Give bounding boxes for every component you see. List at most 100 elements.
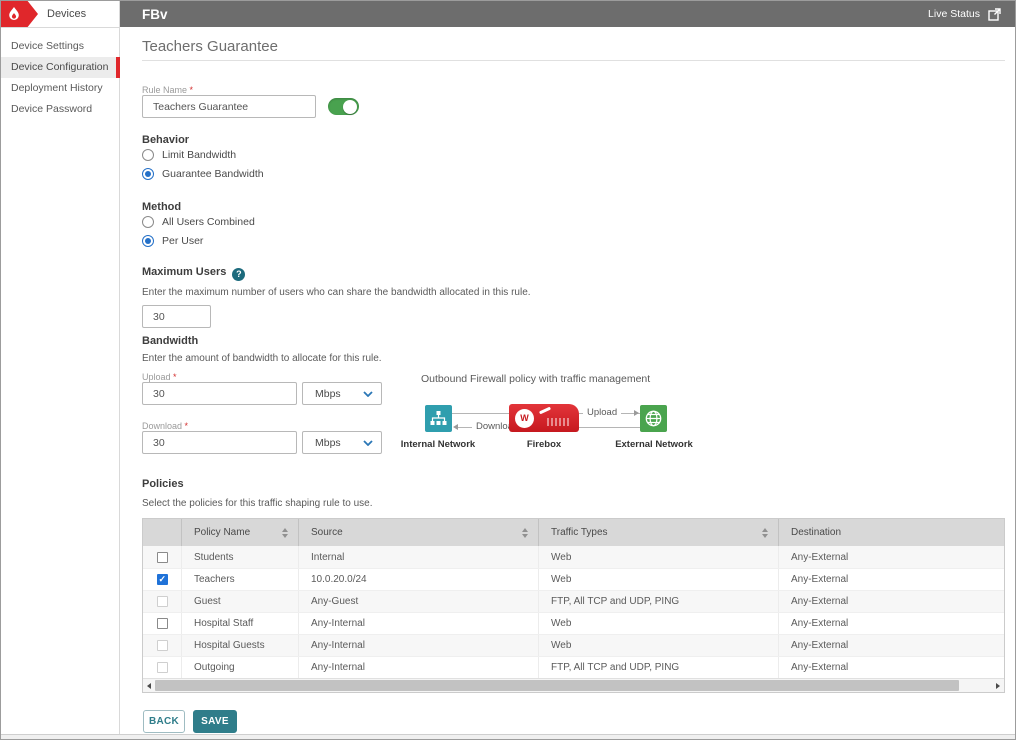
cell-policy-name: Guest	[182, 591, 299, 612]
method-heading: Method	[142, 201, 181, 213]
header-checkbox-column	[143, 519, 182, 546]
globe-icon	[645, 410, 662, 427]
table-row: Teachers 10.0.20.0/24 Web Any-External	[143, 568, 1004, 590]
cell-destination: Any-External	[779, 569, 1004, 590]
window-bottom-edge	[1, 734, 1015, 739]
cell-source: Any-Internal	[299, 613, 539, 634]
app-window: Devices Device Settings Device Configura…	[0, 0, 1016, 740]
radio-guarantee-bandwidth[interactable]: Guarantee Bandwidth	[142, 168, 264, 180]
sidebar-item-device-settings[interactable]: Device Settings	[1, 36, 119, 57]
column-label: Traffic Types	[551, 527, 608, 538]
external-link-icon	[988, 8, 1001, 21]
device-title: FBv	[142, 7, 168, 22]
rule-name-input[interactable]: Teachers Guarantee	[142, 95, 316, 118]
policies-table: Policy Name Source Traffic Types Destina…	[142, 518, 1005, 693]
sort-icon[interactable]	[522, 528, 528, 538]
chevron-down-icon	[363, 391, 373, 397]
header-policy-name[interactable]: Policy Name	[182, 519, 299, 546]
sidebar-item-device-configuration[interactable]: Device Configuration	[1, 57, 119, 78]
sidebar-item-label: Device Configuration	[11, 61, 108, 73]
table-header-row: Policy Name Source Traffic Types Destina…	[143, 519, 1004, 546]
header-source[interactable]: Source	[299, 519, 539, 546]
upload-unit-select[interactable]: Mbps	[302, 382, 382, 405]
scrollbar-track[interactable]	[155, 679, 992, 693]
radio-icon	[142, 216, 154, 228]
cell-source: Internal	[299, 546, 539, 568]
rule-enabled-toggle[interactable]	[328, 98, 359, 115]
column-label: Policy Name	[194, 527, 250, 538]
cell-policy-name: Students	[182, 546, 299, 568]
sidebar-item-device-password[interactable]: Device Password	[1, 99, 119, 120]
sort-icon[interactable]	[282, 528, 288, 538]
cell-destination: Any-External	[779, 635, 1004, 656]
download-unit-select[interactable]: Mbps	[302, 431, 382, 454]
upload-input[interactable]: 30	[142, 382, 297, 405]
scroll-right-arrow[interactable]	[992, 679, 1004, 693]
cell-source: Any-Internal	[299, 635, 539, 656]
radio-per-user[interactable]: Per User	[142, 235, 203, 247]
brand-header: Devices	[1, 1, 119, 28]
cell-policy-name: Hospital Guests	[182, 635, 299, 656]
cell-destination: Any-External	[779, 546, 1004, 568]
cell-source: 10.0.20.0/24	[299, 569, 539, 590]
cell-destination: Any-External	[779, 591, 1004, 612]
chevron-down-icon	[363, 440, 373, 446]
table-row: Guest Any-Guest FTP, All TCP and UDP, PI…	[143, 590, 1004, 612]
table-row: Hospital Staff Any-Internal Web Any-Exte…	[143, 612, 1004, 634]
header-traffic-types[interactable]: Traffic Types	[539, 519, 779, 546]
internal-network-node	[425, 405, 452, 432]
maximum-users-description: Enter the maximum number of users who ca…	[142, 287, 531, 298]
brand-label: Devices	[47, 8, 86, 20]
toggle-knob	[343, 100, 357, 114]
back-button[interactable]: BACK	[143, 710, 185, 733]
radio-icon	[142, 149, 154, 161]
radio-label: Per User	[162, 235, 203, 247]
radio-label: Limit Bandwidth	[162, 149, 236, 161]
radio-label: All Users Combined	[162, 216, 255, 228]
column-label: Source	[311, 527, 343, 538]
firebox-device: W	[509, 404, 579, 432]
radio-icon	[142, 235, 154, 247]
sort-icon[interactable]	[762, 528, 768, 538]
table-body: Students Internal Web Any-External Teach…	[143, 546, 1004, 678]
radio-label: Guarantee Bandwidth	[162, 168, 264, 180]
radio-all-users-combined[interactable]: All Users Combined	[142, 216, 255, 228]
scroll-left-arrow[interactable]	[143, 679, 155, 693]
flame-icon	[8, 7, 20, 21]
bandwidth-description: Enter the amount of bandwidth to allocat…	[142, 353, 382, 364]
firebox-vents	[547, 418, 569, 426]
watchguard-logo: W	[515, 409, 534, 428]
help-icon[interactable]: ?	[232, 268, 245, 281]
table-row: Outgoing Any-Internal FTP, All TCP and U…	[143, 656, 1004, 678]
policy-checkbox[interactable]	[157, 574, 168, 585]
download-arrow-icon	[453, 424, 458, 430]
brand-badge	[1, 1, 38, 27]
scrollbar-thumb[interactable]	[155, 680, 959, 691]
cell-policy-name: Teachers	[182, 569, 299, 590]
horizontal-scrollbar[interactable]	[143, 678, 1004, 692]
live-status-link[interactable]: Live Status	[928, 8, 1001, 21]
sidebar-item-deployment-history[interactable]: Deployment History	[1, 78, 119, 99]
policy-checkbox	[157, 640, 168, 651]
upload-flow-label: Upload	[583, 407, 621, 418]
maximum-users-input[interactable]: 30	[142, 305, 211, 328]
download-input[interactable]: 30	[142, 431, 297, 454]
cell-traffic-types: FTP, All TCP and UDP, PING	[539, 657, 779, 678]
bandwidth-heading: Bandwidth	[142, 335, 198, 347]
cell-traffic-types: Web	[539, 613, 779, 634]
page-title: Teachers Guarantee	[142, 38, 278, 55]
cell-policy-name: Hospital Staff	[182, 613, 299, 634]
network-sitemap-icon	[430, 411, 447, 426]
topbar: FBv Live Status	[120, 1, 1015, 27]
policies-description: Select the policies for this traffic sha…	[142, 498, 373, 509]
save-button[interactable]: SAVE	[193, 710, 237, 733]
radio-icon	[142, 168, 154, 180]
firebox-stripe	[539, 407, 551, 415]
header-destination[interactable]: Destination	[779, 519, 1004, 546]
policies-heading: Policies	[142, 478, 184, 490]
policy-checkbox[interactable]	[157, 618, 168, 629]
behavior-heading: Behavior	[142, 134, 189, 146]
radio-limit-bandwidth[interactable]: Limit Bandwidth	[142, 149, 236, 161]
sidebar-nav: Device Settings Device Configuration Dep…	[1, 28, 119, 120]
policy-checkbox[interactable]	[157, 552, 168, 563]
